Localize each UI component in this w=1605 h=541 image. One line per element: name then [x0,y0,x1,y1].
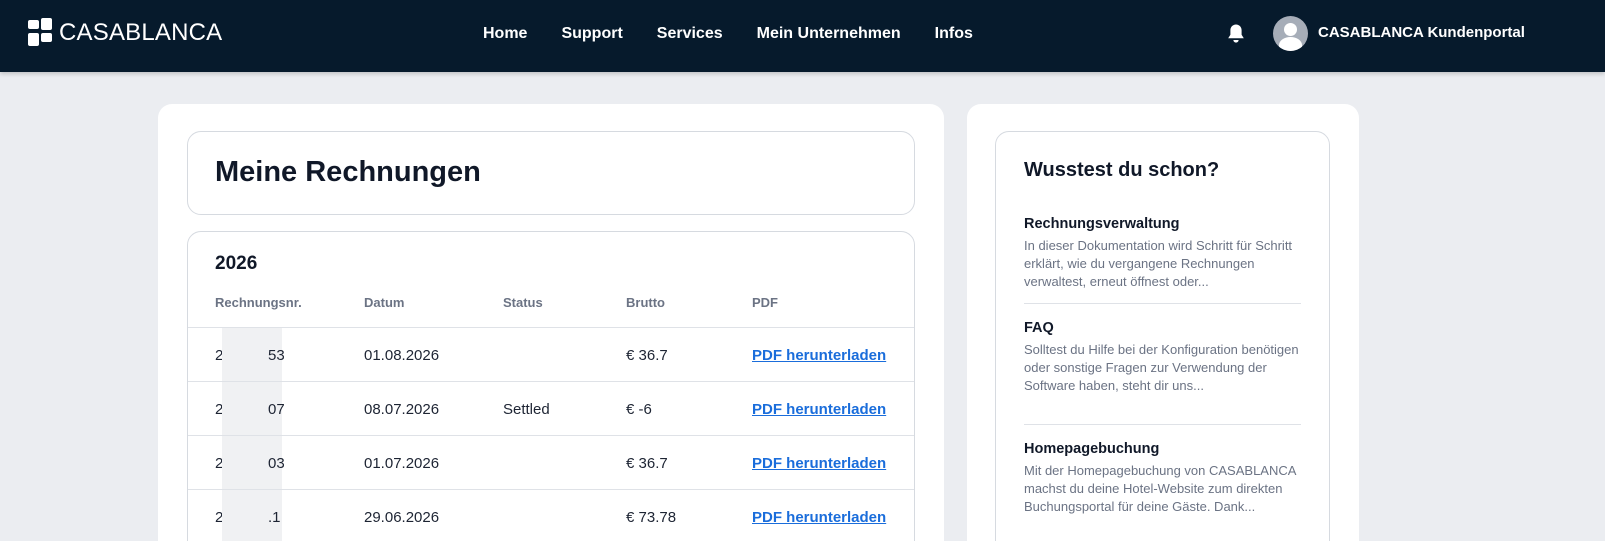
column-header-rechnungsnr[interactable]: Rechnungsnr. [215,295,302,310]
nav-infos[interactable]: Infos [935,25,973,43]
invoice-date: 01.08.2026 [364,347,440,364]
column-header-status[interactable]: Status [503,295,543,310]
tip-text: Solltest du Hilfe bei der Konfiguration … [1024,342,1299,393]
tip-item[interactable]: Homepagebuchung Mit der Homepagebuchung … [1024,441,1301,516]
invoice-gross: € 73.78 [626,509,677,526]
sidebar-title: Wusstest du schon? [1024,159,1220,181]
divider [1024,303,1301,304]
invoice-number-end: 53 [268,347,285,364]
nav-services[interactable]: Services [657,25,723,43]
pdf-download-link[interactable]: PDF herunterladen [752,455,886,472]
tip-text: In dieser Dokumentation wird Schritt für… [1024,238,1293,289]
column-header-pdf: PDF [752,295,778,310]
nav-home[interactable]: Home [483,25,527,43]
invoice-number-end: 03 [268,455,285,472]
invoice-gross: € -6 [626,401,652,418]
pdf-download-link[interactable]: PDF herunterladen [752,347,886,364]
invoice-status: Settled [503,401,550,418]
nav-mein-unternehmen[interactable]: Mein Unternehmen [757,25,901,43]
invoice-number-end: .1 [268,509,281,526]
nav-support[interactable]: Support [561,25,622,43]
top-navigation-bar: CASABLANCA Home Support Services Mein Un… [0,0,1605,72]
did-you-know-card: Wusstest du schon? Rechnungsverwaltung I… [995,131,1330,541]
main-nav: Home Support Services Mein Unternehmen I… [483,0,1007,68]
tip-item[interactable]: FAQ Solltest du Hilfe bei der Konfigurat… [1024,320,1301,395]
invoice-date: 01.07.2026 [364,455,440,472]
table-row: 2 03 01.07.2026 € 36.7 PDF herunterladen [188,435,914,490]
tip-title[interactable]: FAQ [1024,320,1301,336]
invoice-date: 29.06.2026 [364,509,440,526]
tip-text: Mit der Homepagebuchung von CASABLANCA m… [1024,463,1296,514]
tip-item[interactable]: Rechnungsverwaltung In dieser Dokumentat… [1024,216,1301,291]
user-avatar[interactable] [1273,16,1308,51]
casablanca-logo[interactable]: CASABLANCA [28,18,222,48]
logo-text: CASABLANCA [59,19,223,46]
pdf-download-link[interactable]: PDF herunterladen [752,509,886,526]
pdf-download-link[interactable]: PDF herunterladen [752,401,886,418]
divider [1024,424,1301,425]
title-card: Meine Rechnungen [187,131,915,215]
column-header-brutto[interactable]: Brutto [626,295,665,310]
logo-mark-icon [28,18,53,48]
year-heading: 2026 [215,253,258,274]
user-name[interactable]: CASABLANCA Kundenportal [1318,24,1525,41]
invoice-date: 08.07.2026 [364,401,440,418]
bell-icon[interactable] [1226,23,1246,45]
table-row: 2 53 01.08.2026 € 36.7 PDF herunterladen [188,327,914,382]
invoice-gross: € 36.7 [626,455,668,472]
page-title: Meine Rechnungen [215,156,481,188]
table-row: 2 .1 29.06.2026 € 73.78 PDF herunterlade… [188,489,914,541]
tip-title[interactable]: Homepagebuchung [1024,441,1301,457]
invoice-gross: € 36.7 [626,347,668,364]
tip-title[interactable]: Rechnungsverwaltung [1024,216,1301,232]
invoice-number-end: 07 [268,401,285,418]
column-header-datum[interactable]: Datum [364,295,404,310]
invoice-table: 2026 Rechnungsnr. Datum Status Brutto PD… [187,231,915,541]
table-row: 2 07 08.07.2026 Settled € -6 PDF herunte… [188,381,914,436]
